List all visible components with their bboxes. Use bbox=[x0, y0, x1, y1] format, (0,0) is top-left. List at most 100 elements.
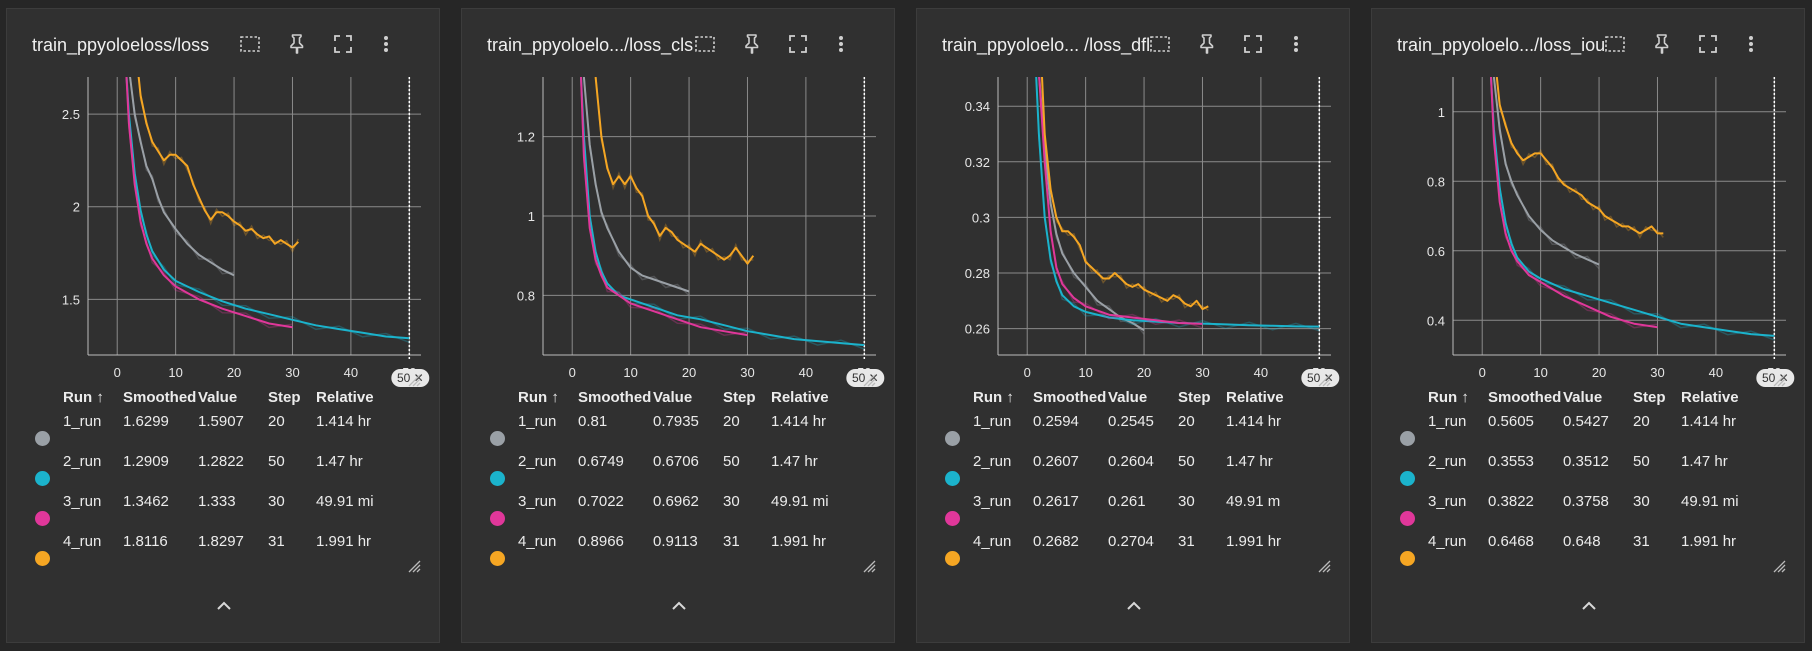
fit-domain-icon bbox=[240, 36, 260, 52]
run-color-dot[interactable] bbox=[1400, 551, 1415, 566]
more-options-button[interactable] bbox=[1736, 29, 1766, 59]
fit-domain-button[interactable] bbox=[690, 29, 720, 59]
run-color-dot[interactable] bbox=[35, 471, 50, 486]
scalar-card: train_ppyoloelo.../loss_cls 0 10 20 30 40 50 0.… bbox=[461, 8, 895, 643]
cell-step: 31 bbox=[1633, 533, 1650, 550]
collapse-chevron-icon[interactable] bbox=[669, 599, 689, 613]
series-line-2_run[interactable] bbox=[125, 68, 410, 340]
series-line-2_run[interactable] bbox=[1490, 77, 1775, 337]
run-color-dot[interactable] bbox=[945, 431, 960, 446]
resize-handle-icon[interactable] bbox=[407, 559, 421, 573]
table-header-row: Run ↑ Smoothed Value Step Relative bbox=[33, 389, 396, 413]
table-row: 2_run 0.6749 0.6706 50 1.47 hr bbox=[488, 453, 851, 493]
cell-run: 2_run bbox=[518, 453, 557, 470]
series-line-1_run[interactable] bbox=[1038, 73, 1145, 332]
resize-handle-icon[interactable] bbox=[1772, 373, 1786, 387]
run-color-dot[interactable] bbox=[490, 471, 505, 486]
series-line-2_run[interactable] bbox=[580, 77, 865, 347]
x-tick-label: 10 bbox=[168, 365, 182, 380]
run-color-dot[interactable] bbox=[490, 431, 505, 446]
x-tick-label: 10 bbox=[1533, 365, 1547, 380]
line-chart[interactable]: 010203040500.260.280.30.320.3450 ✕ bbox=[917, 67, 1351, 397]
table-row: 4_run 1.8116 1.8297 31 1.991 hr bbox=[33, 533, 396, 573]
resize-handle-icon[interactable] bbox=[1772, 559, 1786, 573]
series-line-4_run[interactable] bbox=[1495, 77, 1664, 235]
x-tick-label: 30 bbox=[1195, 365, 1209, 380]
header-value: Value bbox=[653, 389, 693, 406]
x-tick-label: 10 bbox=[623, 365, 637, 380]
fullscreen-button[interactable] bbox=[328, 29, 358, 59]
cell-relative: 1.47 hr bbox=[1681, 453, 1728, 470]
cell-step: 20 bbox=[723, 413, 740, 430]
series-line-3_run[interactable] bbox=[1490, 77, 1658, 329]
series-line-1_run[interactable] bbox=[129, 68, 235, 277]
run-color-dot[interactable] bbox=[945, 511, 960, 526]
header-run[interactable]: Run ↑ bbox=[973, 389, 1033, 413]
resize-handle-icon[interactable] bbox=[862, 373, 876, 387]
line-chart[interactable]: 010203040500.40.60.8150 ✕ bbox=[1372, 67, 1806, 397]
series-line-4_run[interactable] bbox=[1040, 73, 1209, 311]
pin-button[interactable] bbox=[1647, 29, 1677, 59]
cell-step: 20 bbox=[1633, 413, 1650, 430]
series-line-2_run[interactable] bbox=[1035, 73, 1320, 328]
resize-handle-icon[interactable] bbox=[1317, 373, 1331, 387]
fit-domain-button[interactable] bbox=[1145, 29, 1175, 59]
run-color-dot[interactable] bbox=[1400, 511, 1415, 526]
collapse-chevron-icon[interactable] bbox=[1579, 599, 1599, 613]
cell-run: 2_run bbox=[973, 453, 1012, 470]
run-color-dot[interactable] bbox=[490, 511, 505, 526]
fit-domain-button[interactable] bbox=[235, 29, 265, 59]
resize-handle-icon[interactable] bbox=[1317, 559, 1331, 573]
cell-smoothed: 1.8116 bbox=[123, 533, 168, 550]
cell-step: 50 bbox=[723, 453, 740, 470]
header-step: Step bbox=[268, 389, 301, 406]
run-color-dot[interactable] bbox=[1400, 431, 1415, 446]
collapse-chevron-icon[interactable] bbox=[214, 599, 234, 613]
line-chart[interactable]: 010203040500.811.250 ✕ bbox=[462, 67, 896, 397]
y-tick-label: 0.8 bbox=[1427, 174, 1445, 189]
run-color-dot[interactable] bbox=[490, 551, 505, 566]
cell-relative: 1.414 hr bbox=[1681, 413, 1737, 430]
run-color-dot[interactable] bbox=[945, 551, 960, 566]
cell-smoothed: 1.3462 bbox=[123, 493, 169, 510]
raw-series-line bbox=[1496, 77, 1664, 239]
header-run[interactable]: Run ↑ bbox=[518, 389, 578, 413]
run-color-dot[interactable] bbox=[35, 551, 50, 566]
more-options-button[interactable] bbox=[371, 29, 401, 59]
run-color-dot[interactable] bbox=[1400, 471, 1415, 486]
header-run[interactable]: Run ↑ bbox=[1428, 389, 1488, 413]
run-color-dot[interactable] bbox=[945, 471, 960, 486]
more-options-button[interactable] bbox=[1281, 29, 1311, 59]
run-color-dot[interactable] bbox=[35, 511, 50, 526]
series-line-3_run[interactable] bbox=[125, 68, 293, 329]
header-color bbox=[1398, 389, 1428, 413]
resize-handle-icon[interactable] bbox=[862, 559, 876, 573]
cell-value: 0.2704 bbox=[1108, 533, 1154, 550]
cell-relative: 1.47 hr bbox=[316, 453, 363, 470]
collapse-chevron-icon[interactable] bbox=[1124, 599, 1144, 613]
cell-smoothed: 0.2594 bbox=[1033, 413, 1079, 430]
pin-button[interactable] bbox=[1192, 29, 1222, 59]
y-tick-label: 1.5 bbox=[62, 292, 80, 307]
cell-value: 0.5427 bbox=[1563, 413, 1609, 430]
fullscreen-button[interactable] bbox=[783, 29, 813, 59]
runs-table: Run ↑ Smoothed Value Step Relative 1_run 0.560… bbox=[1398, 389, 1761, 573]
cell-smoothed: 0.2617 bbox=[1033, 493, 1079, 510]
pin-button[interactable] bbox=[737, 29, 767, 59]
more-vert-icon bbox=[839, 36, 843, 52]
line-chart[interactable]: 010203040501.522.550 ✕ bbox=[7, 67, 441, 397]
series-line-4_run[interactable] bbox=[594, 77, 755, 265]
series-line-4_run[interactable] bbox=[137, 68, 299, 249]
fullscreen-button[interactable] bbox=[1693, 29, 1723, 59]
series-line-3_run[interactable] bbox=[1038, 73, 1203, 325]
fit-domain-button[interactable] bbox=[1600, 29, 1630, 59]
more-options-button[interactable] bbox=[826, 29, 856, 59]
x-tick-label: 10 bbox=[1078, 365, 1092, 380]
pin-button[interactable] bbox=[282, 29, 312, 59]
resize-handle-icon[interactable] bbox=[407, 373, 421, 387]
run-color-dot[interactable] bbox=[35, 431, 50, 446]
series-line-3_run[interactable] bbox=[580, 77, 748, 337]
fullscreen-button[interactable] bbox=[1238, 29, 1268, 59]
raw-series-line bbox=[595, 77, 754, 262]
header-run[interactable]: Run ↑ bbox=[63, 389, 123, 413]
